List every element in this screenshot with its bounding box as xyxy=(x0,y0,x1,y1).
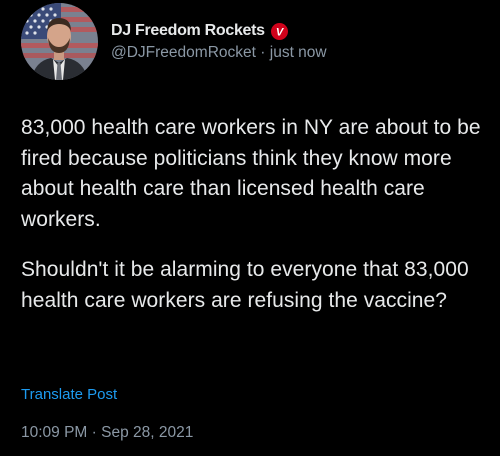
post: DJ Freedom Rockets V @DJFreedomRocket · … xyxy=(0,0,500,456)
timestamp-separator: · xyxy=(91,424,97,441)
post-date: Sep 28, 2021 xyxy=(101,424,194,441)
post-text-paragraph-1: 83,000 health care workers in NY are abo… xyxy=(21,116,481,231)
relative-time[interactable]: just now xyxy=(270,44,327,61)
handle-separator: · xyxy=(260,44,266,61)
author-name-row: DJ Freedom Rockets V xyxy=(111,21,288,41)
avatar[interactable] xyxy=(21,3,98,80)
translate-post-link[interactable]: Translate Post xyxy=(21,386,117,403)
avatar-image xyxy=(21,3,98,80)
author-handle-row: @DJFreedomRocket · just now xyxy=(111,44,327,62)
author-display-name[interactable]: DJ Freedom Rockets xyxy=(111,22,265,40)
timestamp[interactable]: 10:09 PM · Sep 28, 2021 xyxy=(21,424,193,442)
post-time: 10:09 PM xyxy=(21,424,88,441)
post-text-paragraph-2: Shouldn't it be alarming to everyone tha… xyxy=(21,258,469,312)
author-handle[interactable]: @DJFreedomRocket xyxy=(111,44,256,61)
v-badge-icon: V xyxy=(270,22,288,40)
